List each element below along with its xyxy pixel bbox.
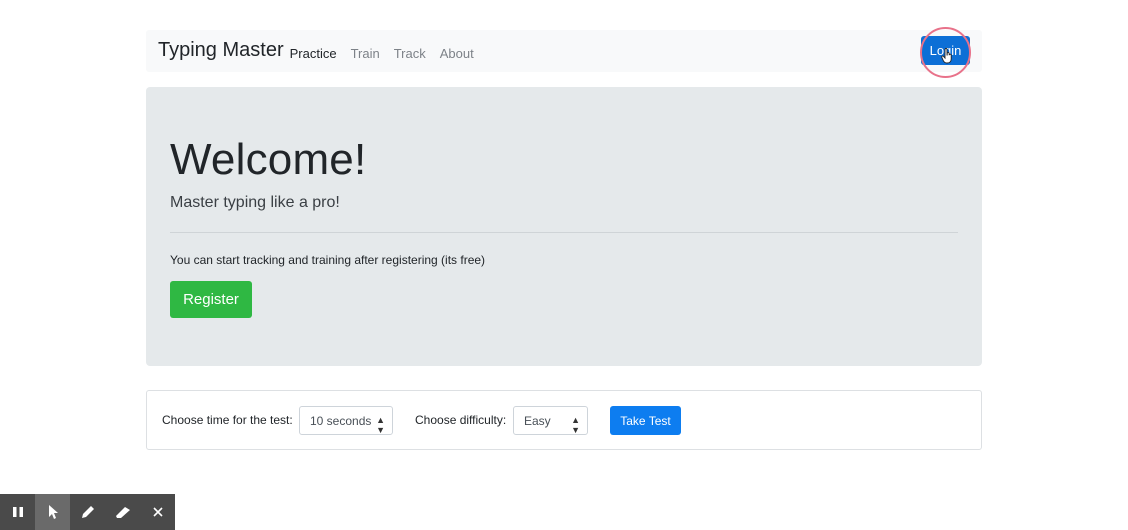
select-arrows-icon: ▲ ▼ xyxy=(376,415,385,435)
brand-logo[interactable]: Typing Master xyxy=(158,39,284,62)
test-options-panel: Choose time for the test: 10 seconds ▲ ▼ … xyxy=(146,390,982,450)
recorder-toolbar xyxy=(0,494,175,530)
register-info-text: You can start tracking and training afte… xyxy=(170,253,486,267)
close-icon xyxy=(152,507,163,517)
difficulty-select[interactable]: Easy ▲ ▼ xyxy=(513,406,588,435)
divider xyxy=(170,232,958,233)
time-select-value: 10 seconds xyxy=(310,413,372,428)
take-test-button[interactable]: Take Test xyxy=(610,406,681,435)
pause-icon xyxy=(12,507,23,517)
pen-tool-button[interactable] xyxy=(70,494,105,530)
pause-button[interactable] xyxy=(0,494,35,530)
difficulty-select-value: Easy xyxy=(524,413,551,428)
pen-icon xyxy=(81,506,94,518)
welcome-lead: Master typing like a pro! xyxy=(170,194,340,211)
hand-cursor-icon xyxy=(941,48,952,64)
difficulty-select-label: Choose difficulty: xyxy=(415,413,507,427)
nav-link-practice[interactable]: Practice xyxy=(290,46,337,61)
eraser-icon xyxy=(115,507,130,518)
pointer-icon xyxy=(48,505,58,519)
eraser-tool-button[interactable] xyxy=(105,494,140,530)
welcome-heading: Welcome! xyxy=(170,135,367,184)
navbar: Typing Master Practice Train Track About… xyxy=(146,30,982,72)
close-button[interactable] xyxy=(140,494,175,530)
nav-link-about[interactable]: About xyxy=(440,46,474,61)
nav-link-train[interactable]: Train xyxy=(351,46,380,61)
register-button[interactable]: Register xyxy=(170,281,252,318)
pointer-tool-button[interactable] xyxy=(35,494,70,530)
welcome-jumbotron: Welcome! Master typing like a pro! You c… xyxy=(146,87,982,366)
nav-link-track[interactable]: Track xyxy=(394,46,426,61)
time-select-label: Choose time for the test: xyxy=(162,413,293,427)
select-arrows-icon: ▲ ▼ xyxy=(571,415,580,435)
time-select[interactable]: 10 seconds ▲ ▼ xyxy=(299,406,393,435)
